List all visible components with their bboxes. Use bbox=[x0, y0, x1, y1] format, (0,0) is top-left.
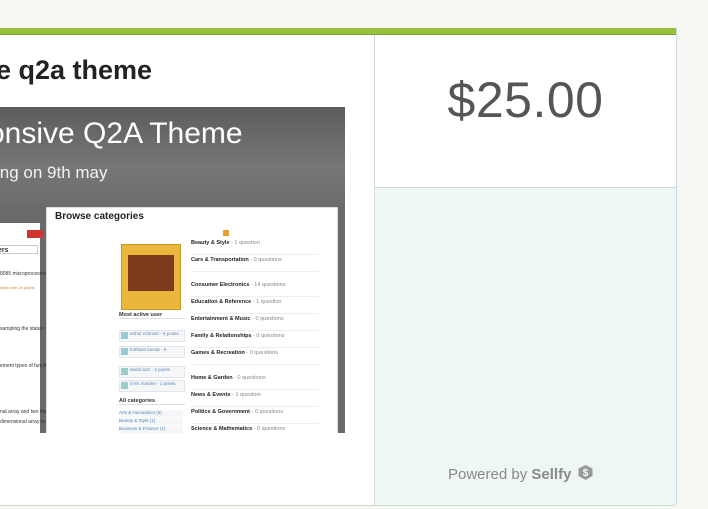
all-category-item: Business & Finance (1) bbox=[119, 426, 183, 433]
rss-icon bbox=[223, 230, 229, 236]
powered-by-label: Powered by bbox=[448, 466, 528, 483]
sellfy-logo-icon: $ bbox=[577, 464, 594, 485]
avatar bbox=[121, 382, 128, 389]
browse-categories-heading: Browse categories bbox=[55, 211, 144, 222]
category-item: Family & Relationships - 0 questions bbox=[191, 333, 319, 348]
banner-title: onsive Q2A Theme bbox=[0, 117, 243, 150]
category-item: Science & Mathematics - 0 questions bbox=[191, 426, 319, 433]
all-categories-heading: All categories bbox=[119, 398, 185, 405]
svg-text:$: $ bbox=[582, 468, 588, 479]
avatar bbox=[121, 332, 128, 339]
avatar bbox=[121, 368, 128, 375]
screenshot-banner: onsive Q2A Theme ing on 9th may bbox=[0, 107, 345, 207]
product-title: e q2a theme bbox=[0, 55, 153, 85]
questions-heading: ers bbox=[0, 247, 9, 254]
category-item: Home & Garden - 0 questions bbox=[191, 375, 319, 390]
search-button bbox=[27, 230, 43, 238]
screenshot-page: Browse categories Most active user arthu… bbox=[27, 207, 338, 433]
product-card: e q2a theme onsive Q2A Theme ing on 9th … bbox=[0, 28, 677, 506]
purchase-panel: $25.00 Powered by Sellfy $ bbox=[375, 35, 676, 505]
all-category-item: Arts & Humanities (6) bbox=[119, 410, 183, 417]
sellfy-brand: Sellfy bbox=[531, 466, 572, 483]
active-user: abdul aziz - 3 points bbox=[119, 366, 185, 378]
category-item: News & Events - 1 question bbox=[191, 392, 319, 407]
buy-area: Powered by Sellfy $ bbox=[375, 188, 676, 505]
category-item: Games & Recreation - 0 questions bbox=[191, 350, 319, 365]
advertisement bbox=[121, 244, 181, 310]
all-category-item: Beauty & Style (1) bbox=[119, 418, 183, 425]
active-user: chris martine - 1 points bbox=[119, 380, 185, 392]
screenshot-left-page: ers 8085 microprocessor? ahitid mm 20 po… bbox=[0, 223, 113, 433]
most-active-heading: Most active user bbox=[119, 312, 185, 319]
active-user: arthur richman - 6 points bbox=[119, 330, 185, 342]
ad-image bbox=[128, 255, 174, 291]
product-screenshot[interactable]: onsive Q2A Theme ing on 9th may ers 8085… bbox=[0, 107, 345, 433]
category-item: Consumer Electronics - 14 questions bbox=[191, 282, 319, 297]
category-item: Education & Reference - 1 question bbox=[191, 299, 319, 314]
category-item: Beauty & Style - 1 question bbox=[191, 240, 319, 255]
accent-bar bbox=[0, 28, 676, 35]
price: $25.00 bbox=[447, 72, 604, 128]
screenshot-body: ers 8085 microprocessor? ahitid mm 20 po… bbox=[0, 207, 345, 433]
active-user: furthans kumar - 6 bbox=[119, 346, 185, 358]
category-item: Politics & Government - 0 questions bbox=[191, 409, 319, 424]
banner-subtitle: ing on 9th may bbox=[0, 163, 108, 182]
category-item: Entertainment & Music - 0 questions bbox=[191, 316, 319, 331]
product-preview-panel: e q2a theme onsive Q2A Theme ing on 9th … bbox=[0, 35, 374, 505]
category-item: Cars & Transportation - 0 questions bbox=[191, 257, 319, 272]
avatar bbox=[121, 348, 128, 355]
price-box: $25.00 bbox=[375, 35, 676, 188]
powered-by-sellfy[interactable]: Powered by Sellfy $ bbox=[448, 464, 594, 485]
